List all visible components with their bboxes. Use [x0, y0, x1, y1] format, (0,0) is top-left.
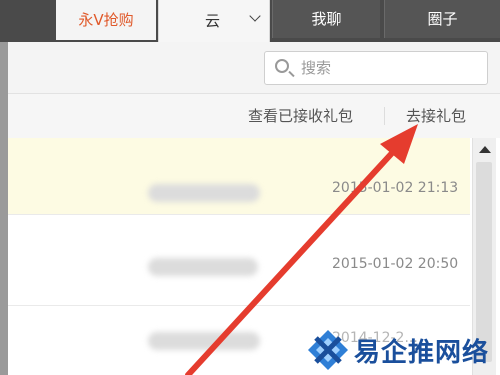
divider: [8, 305, 470, 306]
gift-links-row: 查看已接收礼包 去接礼包: [8, 94, 500, 138]
watermark-text: 易企推网络: [354, 338, 490, 368]
promo-button[interactable]: 永V抢购: [56, 0, 156, 40]
tab-wo-liao[interactable]: 我聊: [272, 0, 380, 38]
list-item-time: 2015-01-02 20:50: [332, 256, 459, 272]
view-received-gifts-link[interactable]: 查看已接收礼包: [248, 94, 353, 138]
watermark: 易企推网络: [306, 326, 500, 375]
tab-quan-zi[interactable]: 圈子: [384, 0, 500, 38]
obscured-name: [148, 332, 260, 350]
list-item[interactable]: 2015-01-02 20:50: [8, 228, 470, 304]
search-input[interactable]: 搜索: [264, 51, 488, 85]
left-strip: [0, 0, 8, 375]
search-placeholder: 搜索: [301, 59, 332, 77]
chevron-down-icon[interactable]: [249, 10, 261, 22]
search-icon: [275, 59, 289, 73]
list-item-time: 2015-01-02 21:13: [332, 180, 459, 196]
go-receive-gifts-link[interactable]: 去接礼包: [406, 94, 466, 138]
link-separator: [384, 107, 385, 125]
top-bar: 永V抢购 云 我聊 圈子: [0, 0, 500, 42]
list-item[interactable]: 2015-01-02 21:13: [8, 138, 470, 214]
obscured-name: [148, 184, 260, 202]
obscured-name: [148, 258, 258, 276]
tab-cloud-label: 云: [205, 12, 221, 30]
watermark-logo-icon: [308, 330, 348, 370]
tab-cloud[interactable]: 云: [158, 0, 270, 42]
search-row: 搜索: [8, 42, 500, 94]
scroll-up-icon[interactable]: [479, 146, 491, 153]
divider: [8, 214, 470, 215]
